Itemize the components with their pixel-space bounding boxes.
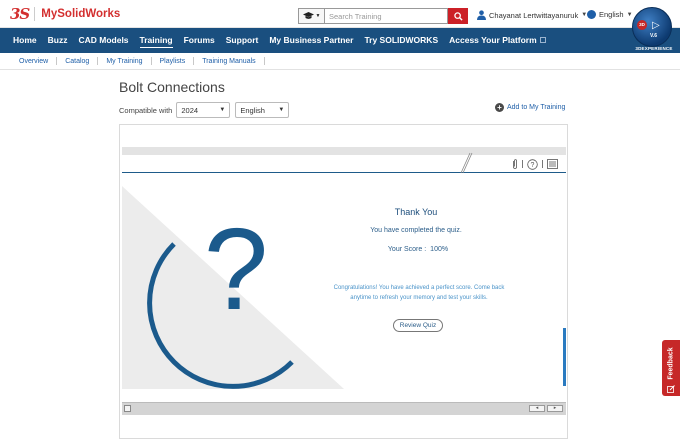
player-tool-icons: ? [512, 157, 558, 171]
subnav-item-playlists[interactable]: Playlists [160, 58, 186, 65]
sub-nav: Overview Catalog My Training Playlists T… [0, 53, 680, 70]
toolbar-divider [522, 160, 523, 168]
toolbar-divider [542, 160, 543, 168]
quiz-background-graphic [122, 174, 566, 389]
chevron-down-icon: ▼ [626, 11, 633, 18]
user-icon [477, 10, 486, 20]
version-select[interactable]: 2024 ▼ [176, 102, 231, 118]
nav-item-access-your-platform[interactable]: Access Your Platform [449, 28, 546, 53]
compatibility-row: Compatible with 2024 ▼ English ▼ [119, 102, 290, 118]
svg-text:?: ? [531, 162, 535, 169]
language-label: English [599, 10, 624, 19]
score-value: 100% [430, 246, 449, 253]
nav-item-try-solidworks[interactable]: Try SOLIDWORKS [364, 28, 438, 53]
subnav-item-my-training[interactable]: My Training [106, 58, 142, 65]
subnav-divider [56, 57, 58, 65]
edit-icon [667, 385, 675, 393]
version-select-value: 2024 [181, 105, 199, 115]
play-icon: ▷ [652, 20, 660, 31]
congrats-line: anytime to refresh your memory and test … [350, 295, 488, 301]
search-icon [453, 11, 463, 21]
compass-badge-label: 3D [639, 22, 645, 27]
quiz-thank-you-title: Thank You [394, 207, 438, 217]
nav-item-label: Access Your Platform [449, 35, 537, 45]
brand[interactable]: 3S MySolidWorks [10, 5, 120, 23]
nav-item-cad-models[interactable]: CAD Models [78, 28, 128, 53]
question-mark-icon: ? [203, 204, 269, 334]
review-quiz-button[interactable]: Review Quiz [393, 319, 443, 332]
search-input[interactable] [324, 8, 448, 24]
chevron-down-icon: ▼ [278, 107, 285, 113]
player-menu-toggle[interactable] [124, 405, 131, 412]
nav-item-training[interactable]: Training [139, 28, 173, 53]
compass-version: V.6 [650, 33, 658, 39]
3dexperience-compass[interactable]: 3D ▷ V.6 [632, 7, 672, 47]
brand-divider [34, 7, 36, 21]
attachment-icon[interactable] [512, 159, 518, 169]
feedback-tab[interactable]: Feedback [662, 340, 680, 396]
compass-label: 3DEXPERIENCE [635, 46, 673, 51]
search-scope-dropdown[interactable]: ▼ [298, 8, 324, 24]
globe-icon [587, 10, 596, 19]
menu-list-icon[interactable] [547, 159, 558, 169]
slide-scrollbar[interactable] [563, 328, 566, 386]
site-name[interactable]: MySolidWorks [41, 8, 120, 20]
subnav-item-catalog[interactable]: Catalog [65, 58, 89, 65]
top-bar: 3S MySolidWorks ▼ Chayanat Lertwittayanu… [0, 0, 680, 28]
chevron-down-icon: ▼ [315, 13, 321, 19]
help-icon[interactable]: ? [527, 158, 538, 170]
search-button[interactable] [448, 8, 468, 24]
quiz-completed-text: You have completed the quiz. [370, 227, 462, 234]
plus-circle-icon: + [495, 103, 504, 112]
quiz-result-slide: ? [122, 174, 566, 389]
congrats-line: Congratulations! You have achieved a per… [333, 285, 505, 291]
score-label: Your Score : [387, 246, 427, 253]
toolbar-slash-decoration [460, 152, 473, 174]
quiz-congrats-text: Congratulations! You have achieved a per… [322, 283, 516, 303]
player-control-bar [122, 402, 566, 415]
subnav-item-training-manuals[interactable]: Training Manuals [202, 58, 255, 65]
user-name: Chayanat Lertwittayanuruk [489, 10, 579, 20]
user-menu[interactable]: Chayanat Lertwittayanuruk ▼ [477, 10, 587, 20]
nav-item-forums[interactable]: Forums [184, 28, 215, 53]
language-select[interactable]: English ▼ [235, 102, 290, 118]
subnav-item-overview[interactable]: Overview [19, 58, 48, 65]
nav-item-my-business-partner[interactable]: My Business Partner [269, 28, 353, 53]
player-toolbar [122, 155, 566, 173]
compatible-label: Compatible with [119, 105, 173, 115]
previous-slide-button[interactable]: ◂ [529, 405, 545, 412]
page-title: Bolt Connections [119, 79, 225, 95]
nav-item-support[interactable]: Support [226, 28, 259, 53]
subnav-divider [193, 57, 195, 65]
ds-logo-icon: 3S [10, 5, 30, 23]
add-to-my-training-button[interactable]: + Add to My Training [495, 103, 565, 112]
add-to-my-training-label: Add to My Training [507, 104, 566, 111]
nav-item-home[interactable]: Home [13, 28, 37, 53]
external-link-icon [539, 37, 546, 43]
subnav-divider [97, 57, 99, 65]
chevron-down-icon: ▼ [219, 107, 226, 113]
nav-item-buzz[interactable]: Buzz [48, 28, 68, 53]
quiz-score: Your Score : 100% [368, 246, 468, 253]
search-group: ▼ [298, 8, 468, 24]
next-slide-button[interactable]: ▸ [547, 405, 563, 412]
subnav-divider [263, 57, 265, 65]
feedback-label: Feedback [667, 347, 675, 380]
main-nav: Home Buzz CAD Models Training Forums Sup… [0, 28, 680, 53]
language-select-value: English [240, 105, 265, 115]
language-menu[interactable]: English ▼ [587, 10, 633, 19]
graduation-cap-icon [302, 12, 314, 19]
subnav-divider [150, 57, 152, 65]
player-top-band [122, 147, 566, 155]
